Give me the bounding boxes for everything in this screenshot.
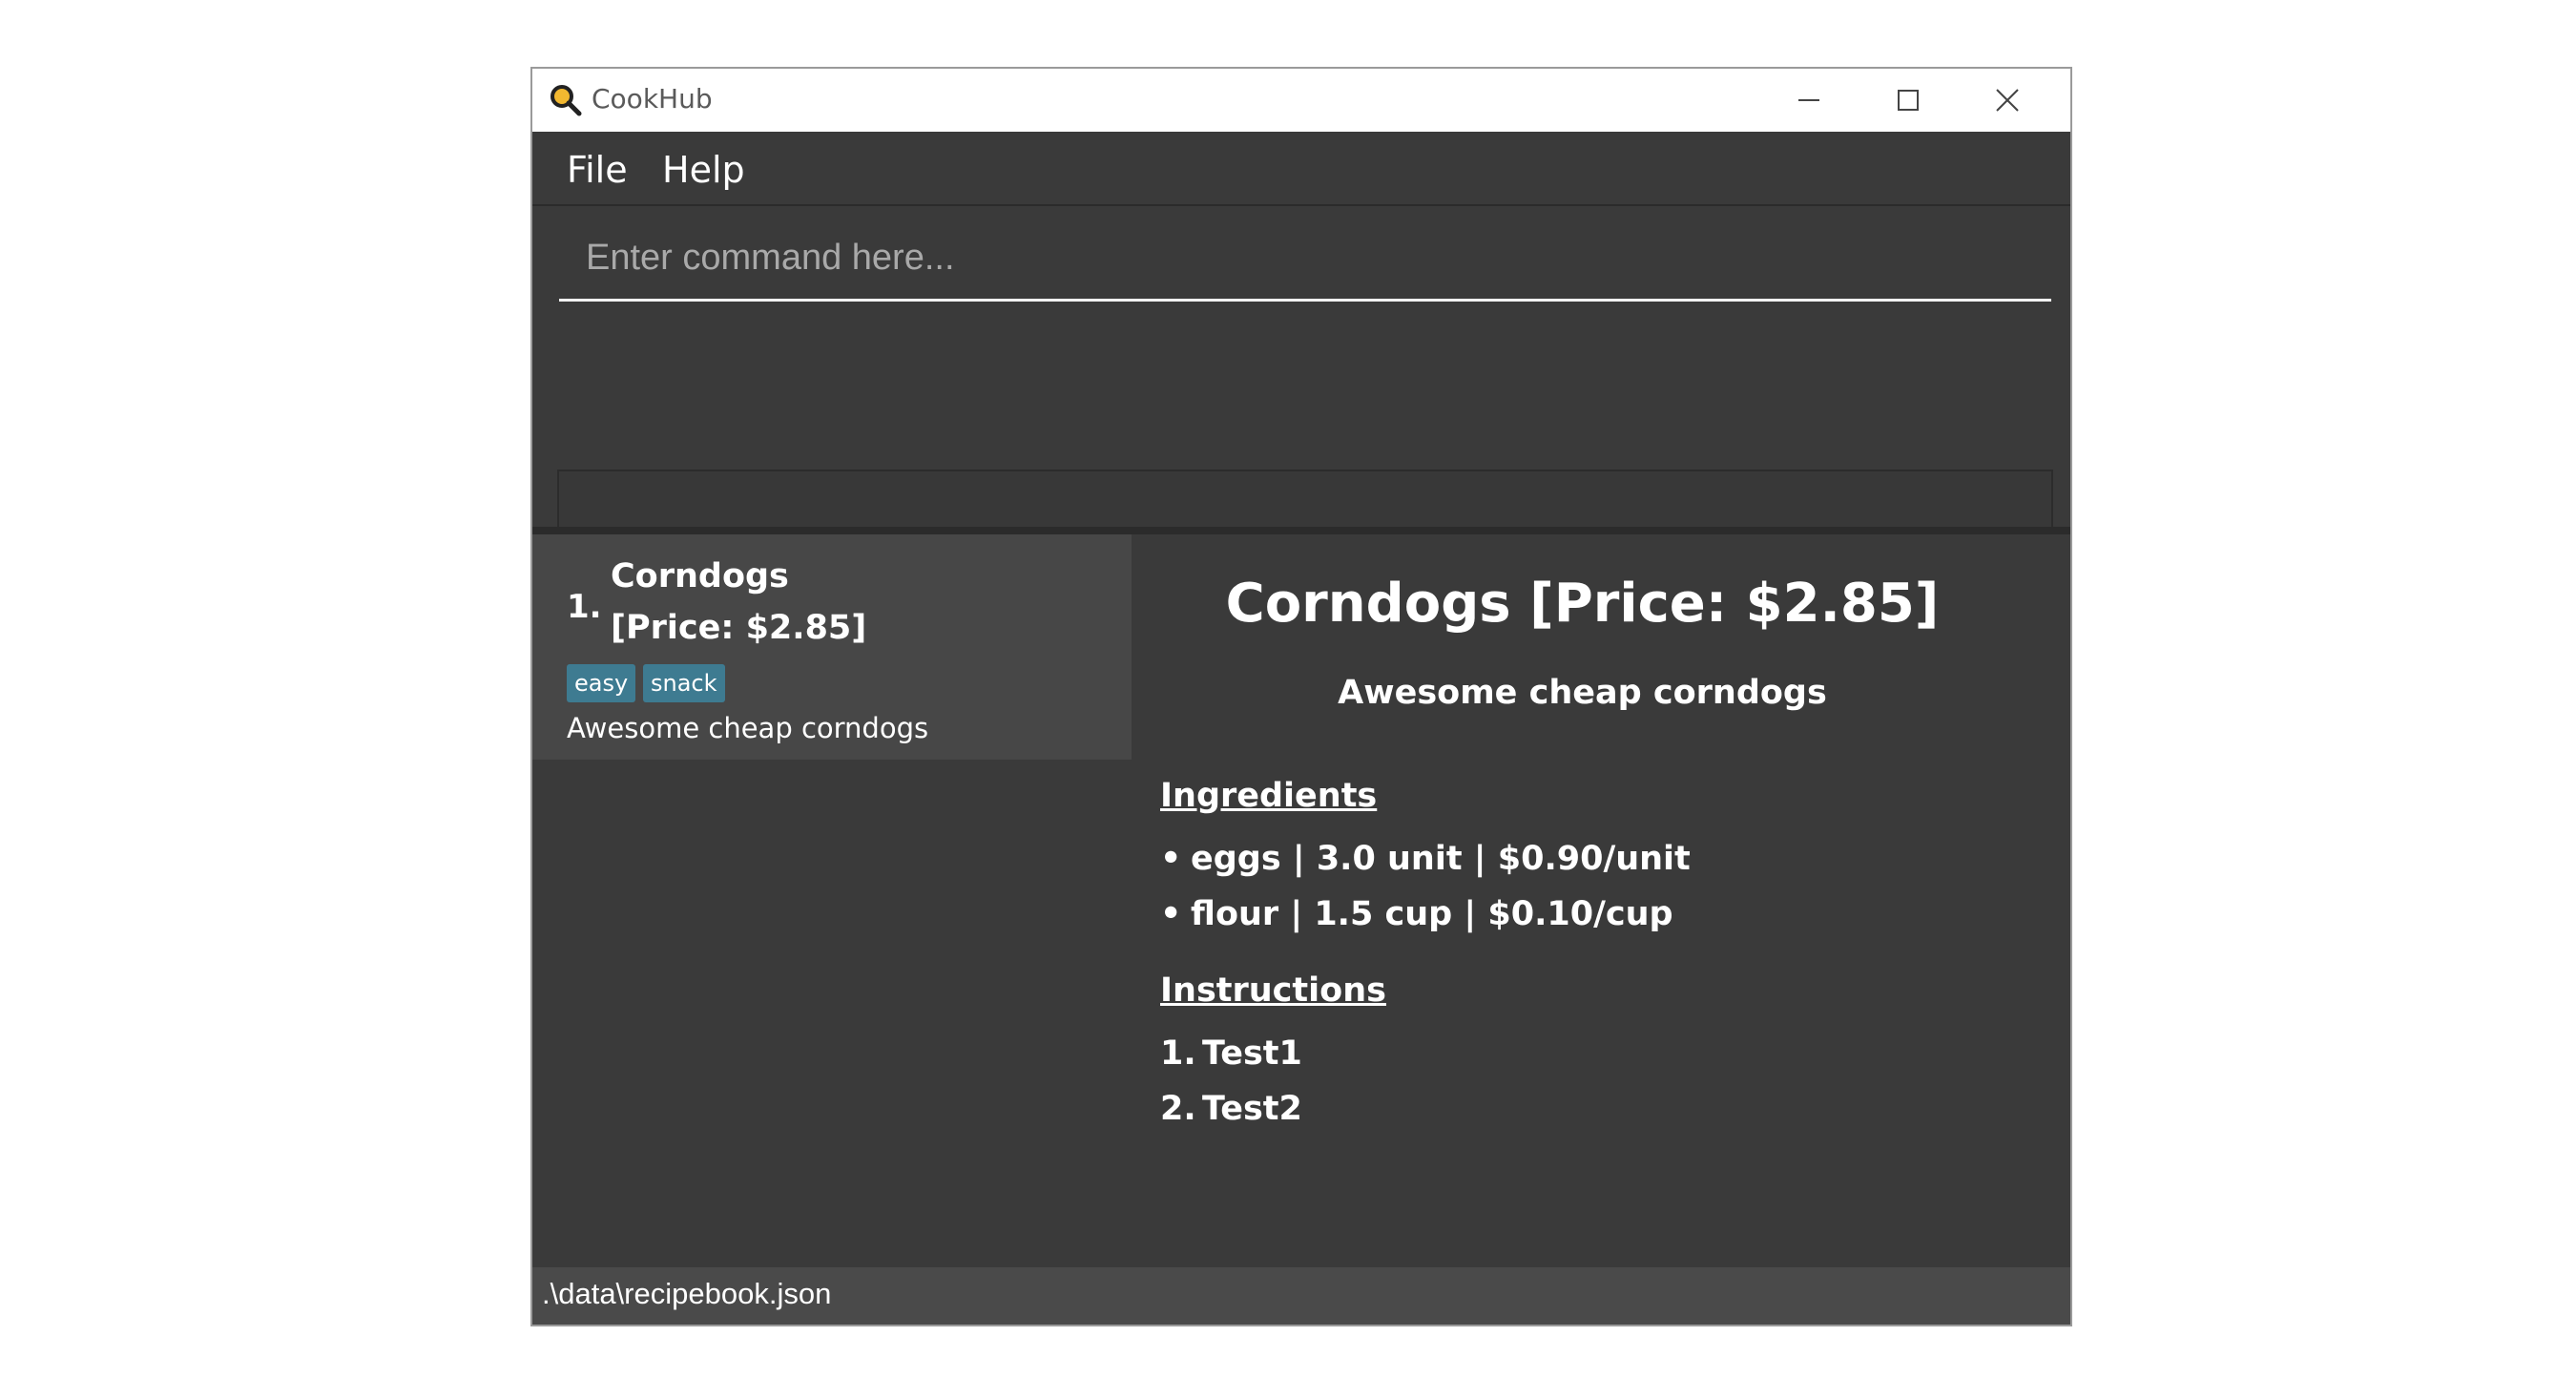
minimize-icon	[1798, 99, 1819, 101]
instruction-number: 1.	[1160, 1034, 1196, 1073]
command-area	[532, 206, 2070, 655]
recipe-card-description: Awesome cheap corndogs	[567, 712, 929, 744]
status-file-path: .\data\recipebook.json	[542, 1277, 832, 1310]
recipe-card-price: [Price: $2.85]	[611, 609, 867, 647]
app-window: CookHub File Help 1. Corndogs	[530, 67, 2072, 1326]
maximize-button[interactable]	[1859, 69, 1958, 132]
instruction-number: 2.	[1160, 1090, 1196, 1128]
recipe-detail-panel: Corndogs [Price: $2.85] Awesome cheap co…	[1132, 534, 2070, 1267]
panel-divider	[532, 527, 2070, 534]
menu-file[interactable]: File	[567, 149, 628, 191]
recipe-card-index: 1.	[567, 588, 602, 626]
tag-easy: easy	[567, 664, 636, 702]
window-title: CookHub	[592, 83, 713, 115]
instruction-item: 1. Test1	[1160, 1034, 1302, 1073]
recipe-card-name: Corndogs	[611, 557, 789, 595]
detail-title: Corndogs [Price: $2.85]	[1225, 573, 1940, 635]
title-bar[interactable]: CookHub	[532, 69, 2070, 132]
close-icon	[1996, 89, 2019, 112]
instructions-heading: Instructions	[1160, 971, 1386, 1010]
menu-help[interactable]: Help	[662, 149, 745, 191]
status-bar: .\data\recipebook.json	[532, 1267, 2070, 1325]
maximize-icon	[1898, 90, 1919, 111]
detail-description: Awesome cheap corndogs	[1338, 674, 1827, 712]
ingredient-item: • flour | 1.5 cup | $0.10/cup	[1160, 895, 1673, 933]
recipe-card[interactable]: 1. Corndogs [Price: $2.85] easy snack Aw…	[532, 534, 1132, 760]
magnifier-icon	[550, 84, 582, 116]
ingredient-text: flour | 1.5 cup | $0.10/cup	[1191, 895, 1673, 933]
recipe-list-panel[interactable]: 1. Corndogs [Price: $2.85] easy snack Aw…	[532, 534, 1132, 1267]
ingredient-text: eggs | 3.0 unit | $0.90/unit	[1191, 840, 1691, 878]
tag-snack: snack	[643, 664, 725, 702]
ingredients-heading: Ingredients	[1160, 777, 1378, 815]
menu-bar: File Help	[532, 132, 2070, 206]
minimize-button[interactable]	[1759, 69, 1859, 132]
command-input[interactable]	[559, 206, 2051, 302]
close-button[interactable]	[1958, 69, 2057, 132]
ingredient-item: • eggs | 3.0 unit | $0.90/unit	[1160, 840, 1691, 878]
instruction-text: Test1	[1202, 1034, 1302, 1073]
instruction-text: Test2	[1202, 1090, 1302, 1128]
instruction-item: 2. Test2	[1160, 1090, 1302, 1128]
